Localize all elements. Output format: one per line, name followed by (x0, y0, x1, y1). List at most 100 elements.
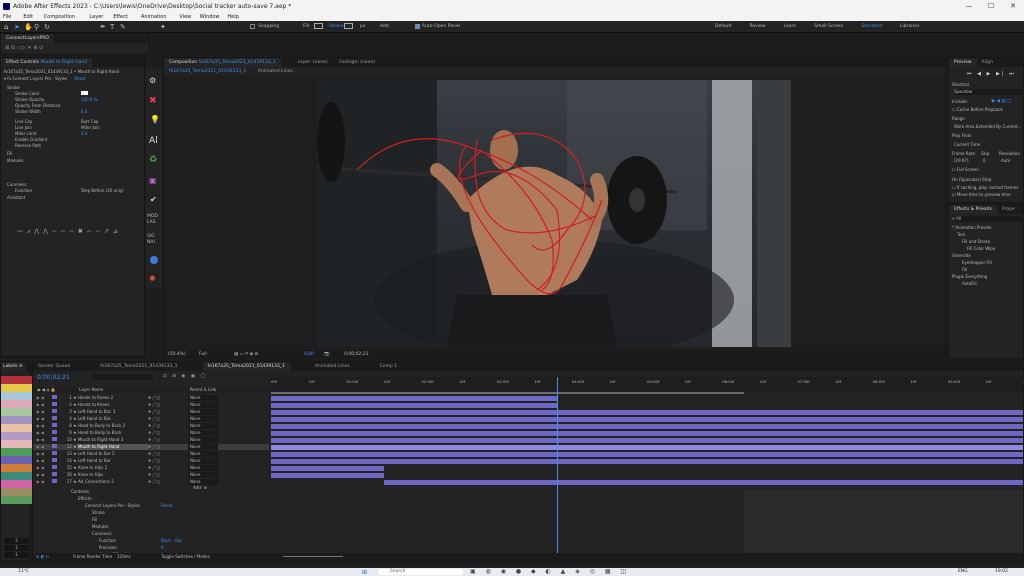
tab-footage[interactable]: Footage: (none) (334, 58, 380, 67)
puppet-tool-icon[interactable]: ✦ (160, 23, 166, 31)
workspace-default[interactable]: Default (715, 24, 731, 29)
parent-dropdown[interactable]: None (187, 437, 218, 443)
visibility-toggle-icon[interactable]: ◉ ◀ (36, 458, 44, 463)
label-swatch[interactable] (1, 488, 32, 496)
work-area-bar[interactable] (271, 392, 744, 394)
layer-duration-bar[interactable] (271, 473, 384, 478)
layer-name[interactable]: Hands to Knees (78, 402, 148, 408)
effects-tree-item[interactable]: Plugin Everything (952, 274, 987, 280)
layer-label-color[interactable] (51, 437, 57, 441)
hand-tool-icon[interactable]: ✋ (24, 23, 33, 31)
layer-duration-bar[interactable] (383, 480, 1023, 485)
layer-switches[interactable]: ✥ ╱ ◫ (148, 416, 188, 422)
stroke-color-swatch[interactable] (81, 91, 88, 95)
layer-name[interactable]: Head to Body to Back 2 (78, 423, 148, 429)
timeline-timecode[interactable]: 0;00;02;21 (37, 374, 70, 381)
recycle-icon[interactable]: ♻ (149, 155, 157, 165)
selection-tool-icon[interactable]: ➤ (14, 23, 20, 31)
layer-row[interactable]: ◉ ◀ 10 ★ Mouth to Right Hand 3 ✥ ╱ ◫ None (33, 437, 269, 443)
layer-name[interactable]: Knee to Hips (78, 472, 148, 478)
menu-item-file[interactable]: File (3, 13, 11, 21)
timeline-tab[interactable]: fe167a35_Tema2021_01439133_1 (95, 362, 182, 371)
layer-label-color[interactable] (51, 451, 57, 455)
label-swatch[interactable] (1, 480, 32, 488)
label-swatch[interactable] (1, 440, 32, 448)
parent-dropdown[interactable]: None (187, 451, 218, 457)
quality-dropdown[interactable]: Full (199, 350, 207, 359)
timeline-tab[interactable]: fe167a35_Tema2021_01439133_1 (202, 362, 290, 371)
layer-label-color[interactable] (51, 395, 57, 399)
layer-label-color[interactable] (51, 479, 57, 483)
layer-duration-bar[interactable] (271, 431, 1023, 436)
shortcut-dropdown[interactable]: Spacebar (954, 89, 1022, 95)
minimize-button[interactable]: — (958, 0, 980, 13)
menu-item-edit[interactable]: Edit (23, 13, 33, 21)
layer-label-color[interactable] (51, 416, 57, 420)
parent-dropdown[interactable]: None (187, 416, 218, 422)
snapping-checkbox[interactable] (250, 24, 255, 29)
layer-switches[interactable]: ✥ ╱ ◫ (148, 444, 188, 450)
effects-tree-item[interactable]: Fill Color Wipe (967, 246, 995, 252)
layer-duration-bar[interactable] (271, 396, 557, 401)
timeline-search-input[interactable] (93, 374, 153, 380)
layer-duration-bar[interactable] (271, 403, 557, 408)
layer-switches[interactable]: ✥ ╱ ◫ (148, 423, 188, 429)
layer-name[interactable]: Left Hand to Bar (78, 458, 148, 464)
label-swatch[interactable] (1, 456, 32, 464)
layer-switches[interactable]: ✥ ╱ ◫ (148, 465, 188, 471)
visibility-toggle-icon[interactable]: ◉ ◀ (36, 479, 44, 484)
tab-properties[interactable]: Prope (997, 205, 1020, 214)
tab-align[interactable]: Align (977, 58, 998, 67)
menu-item-animation[interactable]: Animation (141, 13, 167, 21)
layer-row[interactable]: ◉ ◀ 16 ★ Knee to Hips ✥ ╱ ◫ None (33, 472, 269, 478)
layer-row[interactable]: ◉ ◀ 15 ★ Knee to Hips 2 ✥ ╱ ◫ None (33, 465, 269, 471)
full-screen-checkbox[interactable]: ☐ Full Screen (952, 167, 979, 173)
label-swatch[interactable] (1, 424, 32, 432)
parent-link-header[interactable]: Parent & Link (190, 387, 217, 392)
parent-dropdown[interactable]: None (187, 465, 218, 471)
brush-tool-icon[interactable]: ✎ (120, 23, 126, 31)
layer-name[interactable]: Mouth to Right Hand (77, 444, 148, 450)
workspace-review[interactable]: Review (749, 24, 765, 29)
home-icon[interactable]: ⌂ (4, 23, 8, 31)
property-value[interactable]: Reset (161, 503, 172, 509)
parent-dropdown[interactable]: None (187, 430, 218, 436)
visibility-toggle-icon[interactable]: ◉ ◀ (36, 409, 44, 414)
label-swatch[interactable] (1, 448, 32, 456)
cache-before-checkbox[interactable]: ☐ Cache Before Playback (952, 107, 1003, 113)
layer-duration-bar[interactable] (271, 424, 1023, 429)
visibility-toggle-icon[interactable]: ◉ ◀ (36, 451, 44, 456)
effect-prop-value[interactable]: 4.0 (81, 109, 87, 115)
gear-icon[interactable]: ⚙ (149, 76, 156, 85)
zoom-dropdown[interactable]: (50.4%) (168, 350, 186, 359)
timeline-property[interactable]: Curviness (92, 531, 112, 537)
ai-label[interactable]: Al (149, 136, 158, 146)
taskbar-search[interactable]: Search (378, 569, 463, 575)
visibility-toggle-icon[interactable]: ◉ ◀ (36, 395, 44, 400)
layer-duration-bar[interactable] (271, 445, 1023, 450)
label-swatch[interactable] (1, 464, 32, 472)
timeline-switch-icons[interactable]: ⇄ ⊞ ◉ ▣ ◯ (163, 374, 207, 379)
hdr-toggle[interactable]: HDR (304, 350, 314, 359)
timeline-tab[interactable]: Comp 1 (375, 362, 402, 371)
layer-name[interactable]: Ad_Connections 3 (78, 479, 148, 485)
timeline-property[interactable]: Function Back - Out (99, 538, 182, 544)
timeline-property[interactable]: Precision 0 (99, 545, 164, 551)
layer-name[interactable]: Left Hand to Bar 2 (78, 451, 148, 457)
rotate-tool-icon[interactable]: ↻ (44, 23, 50, 31)
layer-label-color[interactable] (51, 472, 57, 476)
start-icon[interactable]: ⊞ (362, 569, 367, 576)
move-time-checkbox[interactable]: ☑ Move time to preview time (952, 192, 1011, 198)
time-ruler[interactable]: 00f 10f 01:00f 10f 02:00f 10f 03:00f 10f 04:00f 1… (271, 377, 1024, 393)
layer-row[interactable]: ◉ ◀ 14 ★ Left Hand to Bar ✥ ╱ ◫ None (33, 458, 269, 464)
layer-row[interactable]: ◉ ◀ 2 ★ Hands to Knees ✥ ╱ ◫ None (33, 402, 269, 408)
layer-duration-bar[interactable] (271, 452, 1023, 457)
camera-icon[interactable]: 📷 (324, 350, 330, 359)
visibility-toggle-icon[interactable]: ◉ ◀ (36, 465, 44, 470)
timeline-property[interactable]: Connect Layers Pro - Styles Reset (85, 503, 172, 509)
effects-search[interactable]: ⚲ fill (952, 216, 1022, 222)
weather-text[interactable]: 11°C (18, 569, 29, 574)
layer-switches[interactable]: ✥ ╱ ◫ (148, 402, 188, 408)
workspace-standard[interactable]: Standard (862, 24, 882, 29)
effects-tree-item[interactable]: Generate (952, 253, 971, 259)
